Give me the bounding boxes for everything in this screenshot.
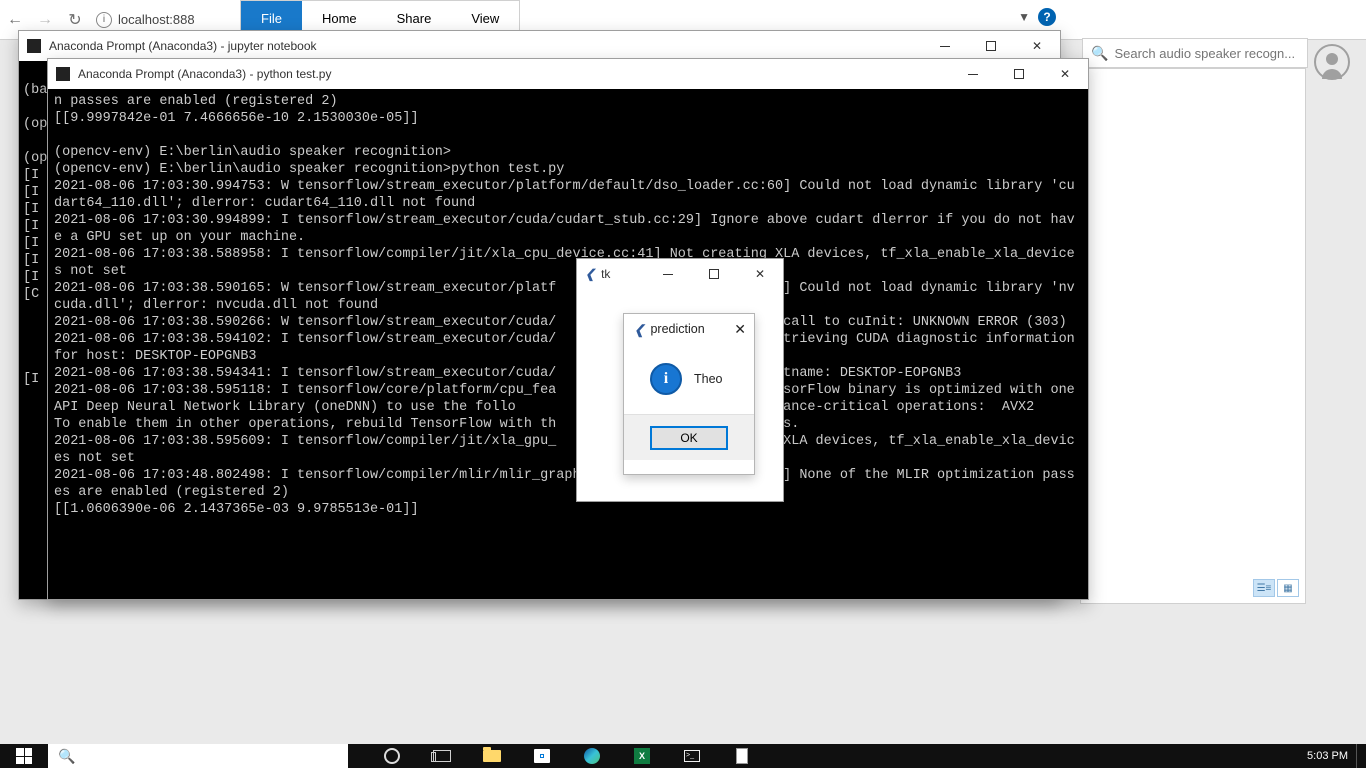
task-terminal[interactable]: >_: [668, 744, 716, 768]
task-store[interactable]: [518, 744, 566, 768]
titlebar-python[interactable]: Anaconda Prompt (Anaconda3) - python tes…: [48, 59, 1088, 89]
minimize-button[interactable]: [645, 259, 691, 289]
taskbar: 🔍 X >_ 5:03 PM: [0, 744, 1366, 768]
view-large-icons-icon[interactable]: ▦: [1277, 579, 1299, 597]
taskbar-search[interactable]: 🔍: [48, 744, 348, 768]
minimize-button[interactable]: [922, 31, 968, 61]
window-tk[interactable]: ❮ tk ✕ ❮ prediction ✕ i Theo OK: [576, 258, 784, 502]
address-bar[interactable]: i localhost:888: [96, 12, 195, 28]
terminal-icon: [56, 67, 70, 81]
nav-refresh-icon[interactable]: ↻: [60, 10, 90, 30]
info-icon: i: [650, 363, 682, 395]
task-taskview[interactable]: [418, 744, 466, 768]
messagebox-text: Theo: [694, 372, 723, 386]
search-icon: 🔍: [1091, 45, 1108, 62]
window-title: tk: [601, 267, 610, 281]
system-tray[interactable]: 5:03 PM: [1299, 744, 1366, 768]
messagebox-title: prediction: [650, 322, 704, 336]
nav-forward-icon[interactable]: →: [30, 11, 60, 29]
maximize-button[interactable]: [996, 59, 1042, 89]
terminal-icon: [27, 39, 41, 53]
tk-feather-icon: ❮: [585, 267, 595, 281]
explorer-search-input[interactable]: [1114, 46, 1307, 61]
titlebar-tk[interactable]: ❮ tk ✕: [577, 259, 783, 289]
tk-feather-icon: ❮: [634, 322, 644, 337]
task-edge[interactable]: [568, 744, 616, 768]
taskbar-clock[interactable]: 5:03 PM: [1299, 751, 1356, 762]
show-desktop-button[interactable]: [1356, 744, 1362, 768]
nav-back-icon[interactable]: ←: [0, 11, 30, 29]
ok-button[interactable]: OK: [650, 426, 728, 450]
window-title: Anaconda Prompt (Anaconda3) - python tes…: [78, 67, 331, 81]
close-button[interactable]: ✕: [1042, 59, 1088, 89]
close-button[interactable]: ✕: [737, 259, 783, 289]
windows-logo-icon: [16, 748, 32, 764]
window-title: Anaconda Prompt (Anaconda3) - jupyter no…: [49, 39, 317, 53]
messagebox-prediction: ❮ prediction ✕ i Theo OK: [623, 313, 755, 475]
terminal-output-python[interactable]: n passes are enabled (registered 2) [[9.…: [48, 89, 1088, 599]
start-button[interactable]: [0, 748, 48, 764]
help-icon[interactable]: ?: [1038, 8, 1056, 26]
close-button[interactable]: ✕: [1014, 31, 1060, 61]
messagebox-close-icon[interactable]: ✕: [734, 321, 746, 338]
explorer-search[interactable]: 🔍: [1082, 38, 1308, 68]
minimize-button[interactable]: [950, 59, 996, 89]
task-cortana[interactable]: [368, 744, 416, 768]
info-site-icon: i: [96, 12, 112, 28]
task-explorer[interactable]: [468, 744, 516, 768]
search-icon: 🔍: [58, 748, 75, 765]
maximize-button[interactable]: [968, 31, 1014, 61]
titlebar-jupyter[interactable]: Anaconda Prompt (Anaconda3) - jupyter no…: [19, 31, 1060, 61]
address-text: localhost:888: [118, 12, 195, 27]
window-anaconda-python[interactable]: Anaconda Prompt (Anaconda3) - python tes…: [47, 58, 1089, 600]
task-excel[interactable]: X: [618, 744, 666, 768]
profile-avatar[interactable]: [1308, 38, 1356, 86]
ribbon-expand-icon[interactable]: ▼: [1018, 10, 1030, 24]
maximize-button[interactable]: [691, 259, 737, 289]
preview-pane: ☰≡ ▦: [1080, 68, 1306, 604]
view-details-icon[interactable]: ☰≡: [1253, 579, 1275, 597]
task-document[interactable]: [718, 744, 766, 768]
